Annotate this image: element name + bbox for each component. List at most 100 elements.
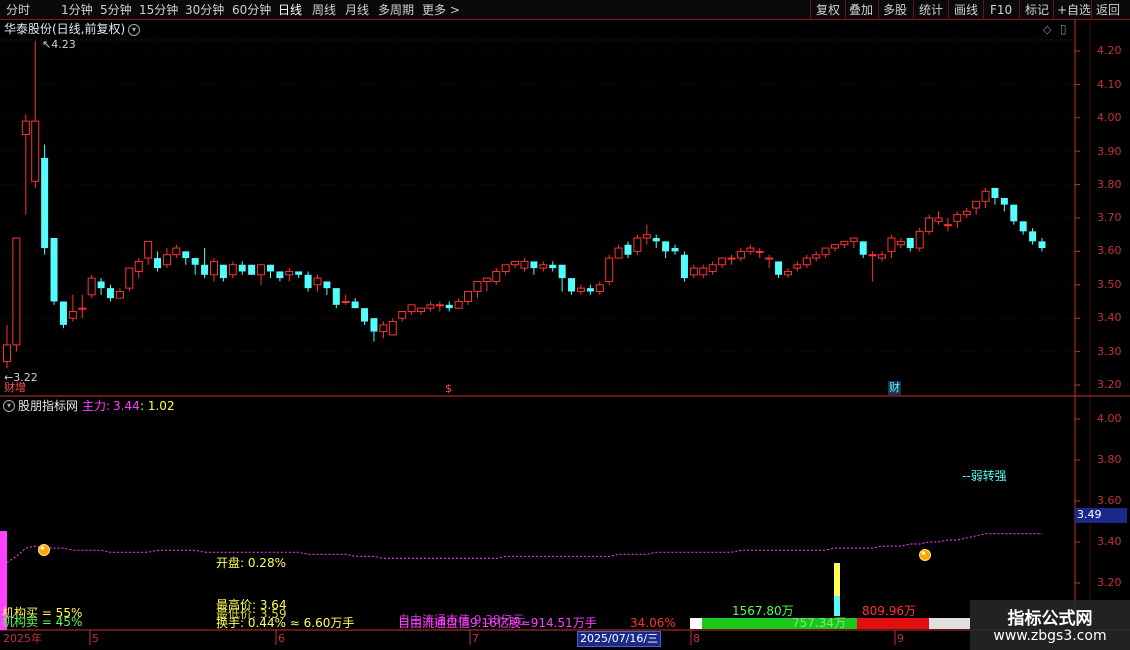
y-tick: 3.60 [1097, 244, 1122, 257]
y-tick: 3.20 [1097, 378, 1122, 391]
candle-body [934, 217, 943, 222]
signal-dot-highlight [921, 551, 926, 555]
candle-body [201, 264, 209, 275]
balance-bar-right [929, 618, 970, 629]
main-force-label: 主力: [82, 399, 111, 413]
candle-body [558, 264, 566, 279]
indicator-settings-icon[interactable]: ▾ [3, 400, 15, 412]
candle-body [238, 264, 246, 272]
candle-body [115, 290, 124, 299]
y-tick: 4.00 [1097, 111, 1122, 124]
candle-body [219, 264, 227, 279]
candle-body [849, 237, 858, 242]
candle-body [549, 264, 557, 269]
candle-body [87, 277, 96, 296]
candle-body [953, 214, 962, 222]
stock-title: 华泰股份(日线,前复权) [4, 22, 126, 36]
x-tick: 6 [278, 632, 285, 645]
mid-volume: 757.34万 [792, 616, 846, 630]
candle-body [398, 311, 407, 319]
candle-body [586, 288, 594, 292]
candle-body [906, 238, 914, 249]
x-tick: 9 [897, 632, 904, 645]
signal-dot-highlight [40, 546, 45, 550]
candle-body [793, 264, 802, 269]
candle-body [172, 247, 181, 256]
candle-body [520, 260, 529, 269]
candle-body [313, 277, 322, 286]
main-force-line [6, 533, 1042, 563]
candle-body [689, 267, 698, 276]
ind-y-tick: 3.80 [1097, 453, 1122, 466]
candle-body [896, 240, 905, 246]
candle-body [12, 237, 21, 346]
current-value-badge: 3.49 [1075, 508, 1127, 523]
candle-body [539, 264, 548, 269]
inst-sell-info: 机构卖 = 45% [2, 615, 83, 629]
scroll-icon[interactable]: ▯ [1060, 22, 1067, 36]
y-tick: 4.20 [1097, 44, 1122, 57]
candle-body [915, 230, 924, 249]
candle-body [1038, 241, 1046, 249]
candle-body [746, 247, 755, 252]
candle-body [97, 281, 105, 289]
signal-text: --弱转强 [962, 469, 1007, 483]
signal-bar-yellow [834, 563, 840, 596]
candle-body [614, 247, 623, 259]
float-info: 自由流通盘值9.16亿股≈914.51万手 [398, 616, 597, 630]
candle-body [276, 271, 284, 279]
watermark-url: www.zbgs3.com [993, 628, 1107, 644]
candle-body [981, 190, 990, 202]
candle-body [736, 250, 745, 259]
kline-chart[interactable] [0, 0, 1130, 650]
candle-body [671, 248, 679, 252]
candle-body [388, 321, 397, 336]
candle-body [68, 311, 77, 319]
ind-y-tick: 3.40 [1097, 535, 1122, 548]
candle-body [642, 234, 651, 239]
candle-body [878, 254, 887, 259]
marker-finance[interactable]: 财 [888, 381, 901, 395]
candle-body [50, 238, 58, 302]
candle-body [727, 257, 736, 260]
candle-body [379, 324, 388, 333]
candle-body [576, 287, 585, 292]
candle-body [1000, 197, 1008, 205]
candle-body [445, 304, 453, 309]
balance-bar-left [690, 618, 702, 629]
candle-body [266, 264, 274, 272]
candle-body [943, 224, 952, 227]
x-tick: 2025年 [3, 632, 42, 645]
candle-body [454, 301, 463, 309]
chevron-down-icon[interactable]: ▾ [128, 24, 140, 36]
marker-dividend[interactable]: $ [445, 382, 452, 396]
diamond-icon[interactable]: ◇ [1043, 23, 1051, 37]
candle-body [831, 244, 839, 249]
candle-body [426, 304, 435, 309]
candle-body [162, 254, 171, 266]
candle-body [107, 288, 114, 299]
candle-body [802, 257, 811, 266]
candle-body [972, 200, 981, 209]
y-tick: 3.70 [1097, 211, 1122, 224]
candle-body [991, 187, 999, 198]
high-price-label: ↖4.23 [42, 38, 76, 51]
candle-body [511, 260, 520, 266]
candle-body [595, 284, 604, 292]
candle-body [370, 318, 378, 332]
ratio-value: : 1.02 [140, 399, 175, 413]
candle-body [351, 301, 359, 309]
candle-body [962, 210, 971, 216]
candle-body [812, 254, 821, 259]
candle-body [154, 258, 162, 269]
main-force-value: 3.44 [113, 399, 140, 413]
candle-body [1010, 204, 1018, 222]
y-tick: 3.30 [1097, 345, 1122, 358]
candle-body [662, 241, 670, 252]
candle-body [248, 264, 256, 275]
candle-body [868, 254, 877, 257]
candle-body [21, 120, 30, 135]
marker-earnings[interactable]: 财增 [4, 381, 26, 395]
y-tick: 3.50 [1097, 278, 1122, 291]
candle-body [332, 288, 340, 305]
